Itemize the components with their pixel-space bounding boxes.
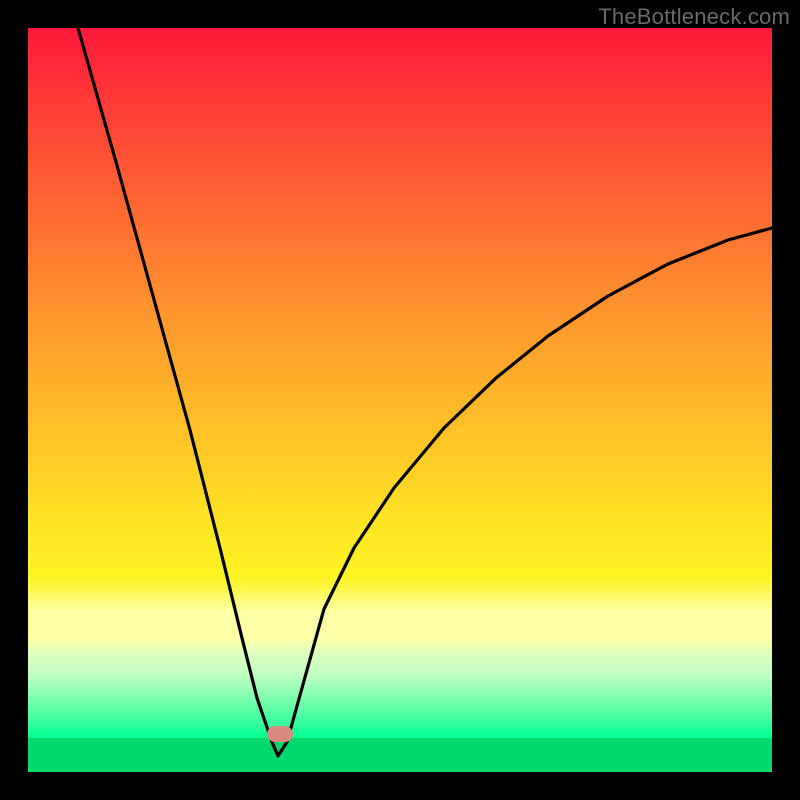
watermark-text: TheBottleneck.com xyxy=(598,4,790,30)
chart-plot-area xyxy=(28,28,772,772)
chart-minimum-marker xyxy=(267,726,293,742)
chart-curve xyxy=(28,28,772,772)
